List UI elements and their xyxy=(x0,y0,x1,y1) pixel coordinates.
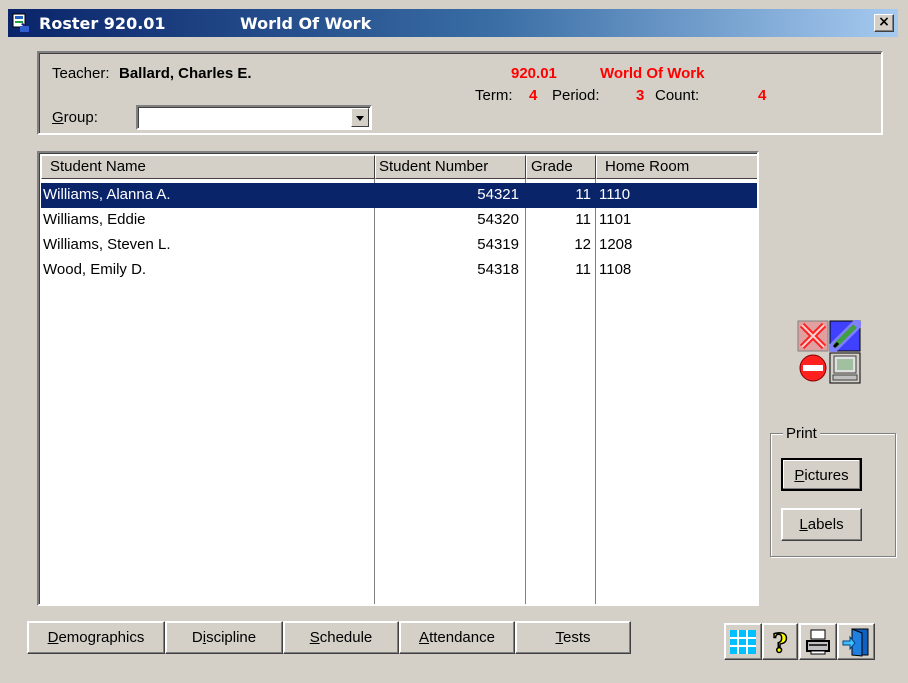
window-subtitle: World Of Work xyxy=(240,14,372,33)
course-number: 920.01 xyxy=(511,65,557,82)
app-icon xyxy=(12,13,32,32)
window-title: Roster 920.01 xyxy=(39,14,166,33)
printer-icon xyxy=(806,629,830,655)
grade-cell: 12 xyxy=(574,236,591,253)
column-header-home-room[interactable]: Home Room xyxy=(596,155,757,179)
period-value: 3 xyxy=(636,87,645,104)
tests-button[interactable]: Tests xyxy=(515,621,631,654)
close-icon: × xyxy=(878,14,890,30)
column-header-grade[interactable]: Grade xyxy=(526,155,596,179)
home-room-cell: 1101 xyxy=(599,211,632,228)
group-select[interactable] xyxy=(136,105,372,130)
stop-icon[interactable] xyxy=(797,352,829,384)
student-roster-table[interactable]: Student Name Student Number Grade Home R… xyxy=(37,151,759,606)
exit-door-icon xyxy=(842,628,869,657)
student-name-cell: Williams, Steven L. xyxy=(43,236,171,253)
print-button[interactable] xyxy=(799,623,837,660)
attendance-button[interactable]: Attendance xyxy=(399,621,515,654)
chevron-down-icon[interactable] xyxy=(351,108,369,127)
term-value: 4 xyxy=(529,87,538,104)
term-label: Term: xyxy=(475,87,513,104)
student-number-cell: 54318 xyxy=(477,261,519,278)
close-button[interactable]: × xyxy=(874,14,894,32)
delete-icon[interactable] xyxy=(797,320,829,352)
print-pictures-button[interactable]: Pictures xyxy=(781,458,862,491)
teacher-name: Ballard, Charles E. xyxy=(119,65,252,82)
column-header-student-name[interactable]: Student Name xyxy=(41,155,375,179)
table-row[interactable]: Wood, Emily D. 54318 11 1108 xyxy=(41,258,757,283)
student-number-cell: 54320 xyxy=(477,211,519,228)
roster-window: Roster 920.01 World Of Work × Teacher: B… xyxy=(0,0,908,683)
screen-icon[interactable] xyxy=(829,352,861,384)
help-icon: ? xyxy=(772,628,789,660)
student-name-cell: Williams, Alanna A. xyxy=(43,186,171,203)
column-header-student-number[interactable]: Student Number xyxy=(375,155,526,179)
student-number-cell: 54321 xyxy=(477,186,519,203)
course-info-panel: Teacher: Ballard, Charles E. Group: 920.… xyxy=(37,51,883,135)
count-value: 4 xyxy=(758,87,767,104)
student-name-cell: Williams, Eddie xyxy=(43,211,146,228)
grade-cell: 11 xyxy=(575,261,591,278)
help-button[interactable]: ? xyxy=(762,623,798,660)
schedule-button[interactable]: Schedule xyxy=(283,621,399,654)
teacher-label: Teacher: xyxy=(52,65,110,82)
student-number-cell: 54319 xyxy=(477,236,519,253)
table-row[interactable]: Williams, Steven L. 54319 12 1208 xyxy=(41,233,757,258)
edit-icon[interactable] xyxy=(829,320,861,352)
print-labels-button[interactable]: Labels xyxy=(781,508,862,541)
table-row[interactable]: Williams, Eddie 54320 11 1101 xyxy=(41,208,757,233)
discipline-button[interactable]: Discipline xyxy=(165,621,283,654)
print-group: Print Pictures Labels xyxy=(770,425,896,557)
table-row[interactable]: Williams, Alanna A. 54321 11 1110 xyxy=(41,183,757,208)
course-name: World Of Work xyxy=(600,65,705,82)
student-name-cell: Wood, Emily D. xyxy=(43,261,147,278)
svg-text:?: ? xyxy=(772,629,787,658)
exit-button[interactable] xyxy=(837,623,875,660)
grid-view-button[interactable] xyxy=(724,623,762,660)
grade-cell: 11 xyxy=(575,211,591,228)
grade-cell: 11 xyxy=(575,186,591,203)
demographics-button[interactable]: Demographics xyxy=(27,621,165,654)
count-label: Count: xyxy=(655,87,700,104)
group-label: Group: xyxy=(52,109,98,126)
title-bar[interactable]: Roster 920.01 World Of Work × xyxy=(8,9,898,37)
grid-icon xyxy=(730,630,756,654)
home-room-cell: 1208 xyxy=(599,236,633,253)
print-group-legend: Print xyxy=(783,425,820,442)
home-room-cell: 1110 xyxy=(599,186,631,203)
home-room-cell: 1108 xyxy=(599,261,632,278)
period-label: Period: xyxy=(552,87,600,104)
